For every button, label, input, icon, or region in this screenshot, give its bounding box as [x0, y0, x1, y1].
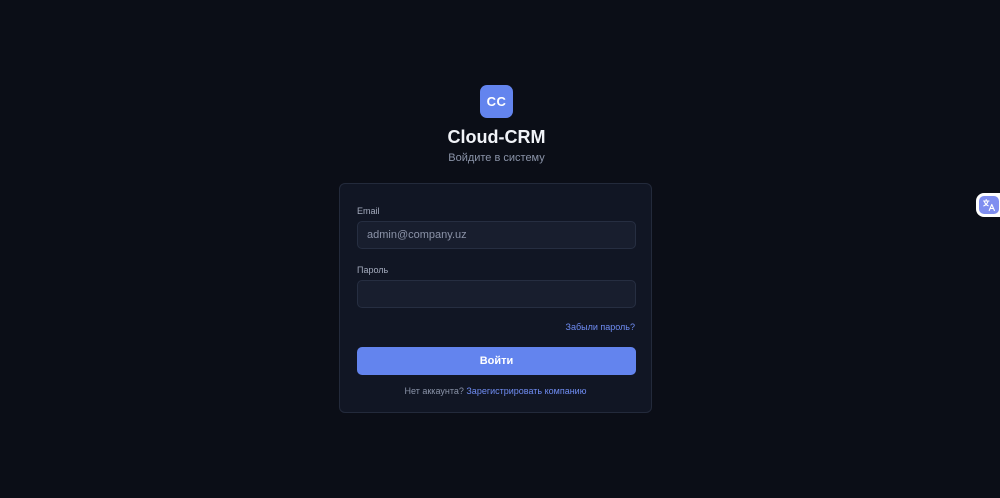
- login-subtitle: Войдите в систему: [448, 152, 545, 164]
- register-company-link[interactable]: Зарегистрировать компанию: [466, 386, 586, 396]
- email-label: Email: [357, 206, 380, 216]
- password-label: Пароль: [357, 265, 389, 275]
- translate-icon: [979, 196, 999, 214]
- login-page: CC Cloud-CRM Войдите в систему Email Пар…: [0, 0, 1000, 498]
- logo-badge: CC: [480, 85, 513, 118]
- translate-widget[interactable]: [976, 193, 1000, 217]
- logo-text: CC: [486, 94, 507, 109]
- password-input[interactable]: [357, 280, 636, 308]
- app-title: Cloud-CRM: [447, 127, 546, 147]
- no-account-text: Нет аккаунта?: [404, 386, 464, 396]
- login-button[interactable]: Войти: [357, 347, 636, 375]
- login-card: Email Пароль Забыли пароль? Войти Нет ак…: [339, 183, 652, 413]
- email-input[interactable]: [357, 221, 636, 249]
- forgot-password-link[interactable]: Забыли пароль?: [566, 322, 635, 332]
- signup-row: Нет аккаунта? Зарегистрировать компанию: [340, 386, 651, 396]
